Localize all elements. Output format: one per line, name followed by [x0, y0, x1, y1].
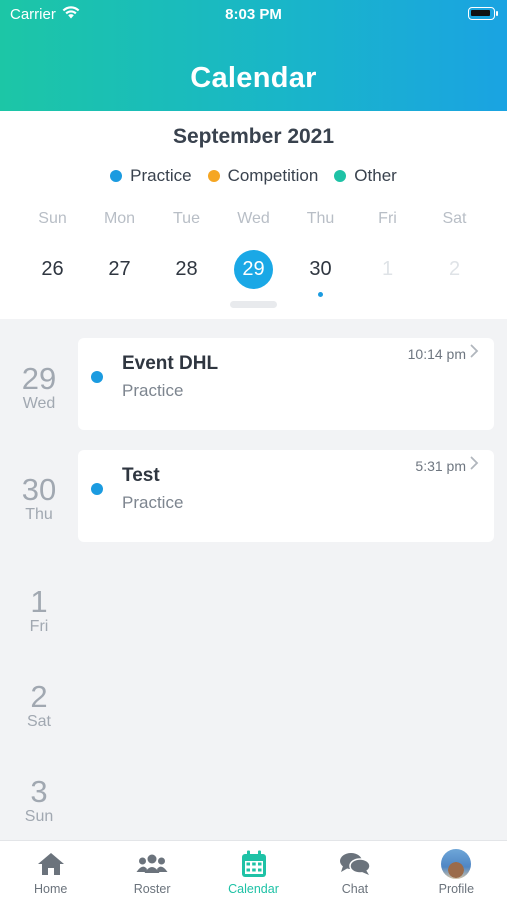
- expand-handle[interactable]: [230, 301, 277, 308]
- agenda-date: 2 Sat: [0, 681, 78, 731]
- home-icon: [0, 841, 101, 881]
- day-of-week: Sun: [38, 210, 67, 227]
- practice-dot-icon: [110, 170, 123, 182]
- legend-competition: Competition: [207, 166, 319, 186]
- agenda-date: 3 Sun: [0, 776, 78, 826]
- event-category: Practice: [122, 381, 184, 400]
- tab-label: Roster: [133, 882, 171, 896]
- avatar: [441, 849, 472, 879]
- legend-label: Competition: [227, 166, 319, 185]
- day-of-week: Mon: [103, 210, 136, 227]
- day-of-week: Sat: [442, 210, 467, 227]
- agenda-day-of-week: Sun: [24, 808, 54, 825]
- agenda-day-number: 2: [30, 679, 48, 714]
- status-time: 8:03 PM: [225, 6, 282, 23]
- event-title: Test: [122, 465, 160, 486]
- day-sat[interactable]: Sat 2: [421, 210, 488, 289]
- day-number: 29: [234, 249, 273, 289]
- legend: Practice Competition Other: [0, 166, 507, 186]
- chevron-right-icon: [470, 344, 479, 363]
- day-number: 26: [41, 257, 64, 280]
- day-tue[interactable]: Tue 28: [153, 210, 220, 289]
- tab-label: Home: [34, 882, 68, 896]
- tab-label: Chat: [341, 882, 369, 896]
- agenda-date: 29 Wed: [0, 363, 78, 413]
- day-number: 28: [175, 257, 198, 280]
- day-wed-selected[interactable]: Wed 29: [220, 210, 287, 289]
- day-of-week: Thu: [306, 210, 335, 227]
- day-of-week: Fri: [378, 210, 397, 227]
- agenda-day-of-week: Sat: [26, 713, 51, 730]
- week-row: Sun 26 Mon 27 Tue 28 Wed 29 Thu 30 Fri 1…: [19, 210, 488, 297]
- tab-label: Calendar: [228, 882, 279, 896]
- calendar-icon: [203, 841, 304, 881]
- legend-practice: Practice: [110, 166, 192, 186]
- event-indicator-icon: [318, 292, 323, 297]
- legend-label: Other: [354, 166, 397, 185]
- day-of-week: Wed: [237, 210, 270, 227]
- day-mon[interactable]: Mon 27: [86, 210, 153, 289]
- agenda-list[interactable]: 29 Wed Event DHL Practice 10:14 pm 30 Th…: [0, 319, 507, 840]
- tab-bar: Home Roster Calendar Chat Profile: [0, 840, 507, 900]
- chevron-right-icon: [470, 456, 479, 475]
- day-number: 30: [309, 257, 332, 280]
- practice-dot-icon: [91, 371, 103, 383]
- tab-home[interactable]: Home: [0, 841, 101, 900]
- tab-profile[interactable]: Profile: [406, 841, 507, 900]
- event-time: 5:31 pm: [415, 458, 466, 474]
- legend-label: Practice: [130, 166, 192, 185]
- agenda-day-number: 30: [21, 472, 57, 507]
- event-time: 10:14 pm: [407, 346, 466, 362]
- practice-dot-icon: [91, 483, 103, 495]
- roster-icon: [101, 841, 202, 881]
- event-title: Event DHL: [122, 353, 219, 374]
- agenda-date: 30 Thu: [0, 474, 78, 524]
- tab-chat[interactable]: Chat: [304, 841, 405, 900]
- agenda-day-of-week: Fri: [29, 618, 49, 635]
- legend-other: Other: [334, 166, 397, 186]
- tab-roster[interactable]: Roster: [101, 841, 202, 900]
- status-bar: Carrier 8:03 PM: [0, 0, 507, 30]
- agenda-day-number: 1: [30, 584, 48, 619]
- week-calendar: September 2021 Practice Competition Othe…: [0, 111, 507, 319]
- selected-day: 29: [220, 249, 287, 289]
- agenda-date: 1 Fri: [0, 586, 78, 636]
- day-thu[interactable]: Thu 30: [287, 210, 354, 297]
- day-number: 1: [381, 257, 394, 280]
- day-fri[interactable]: Fri 1: [354, 210, 421, 289]
- event-card[interactable]: Test Practice 5:31 pm: [78, 450, 494, 542]
- other-dot-icon: [334, 170, 347, 182]
- battery-icon: [468, 7, 498, 20]
- day-sun[interactable]: Sun 26: [19, 210, 86, 289]
- tab-label: Profile: [438, 882, 475, 896]
- day-number: 27: [108, 257, 131, 280]
- agenda-day-of-week: Wed: [22, 395, 56, 412]
- profile-icon-wrap: [406, 841, 507, 881]
- day-number: 2: [448, 257, 461, 280]
- chat-icon: [304, 841, 405, 881]
- day-of-week: Tue: [173, 210, 200, 227]
- event-card[interactable]: Event DHL Practice 10:14 pm: [78, 338, 494, 430]
- competition-dot-icon: [207, 170, 220, 182]
- agenda-day-number: 3: [30, 774, 48, 809]
- agenda-day-of-week: Thu: [25, 506, 53, 523]
- tab-calendar[interactable]: Calendar: [203, 841, 304, 900]
- header: Carrier 8:03 PM Calendar: [0, 0, 507, 111]
- page-title: Calendar: [190, 62, 317, 94]
- agenda-day-number: 29: [21, 361, 57, 396]
- month-title: September 2021: [172, 125, 335, 148]
- event-category: Practice: [122, 493, 184, 512]
